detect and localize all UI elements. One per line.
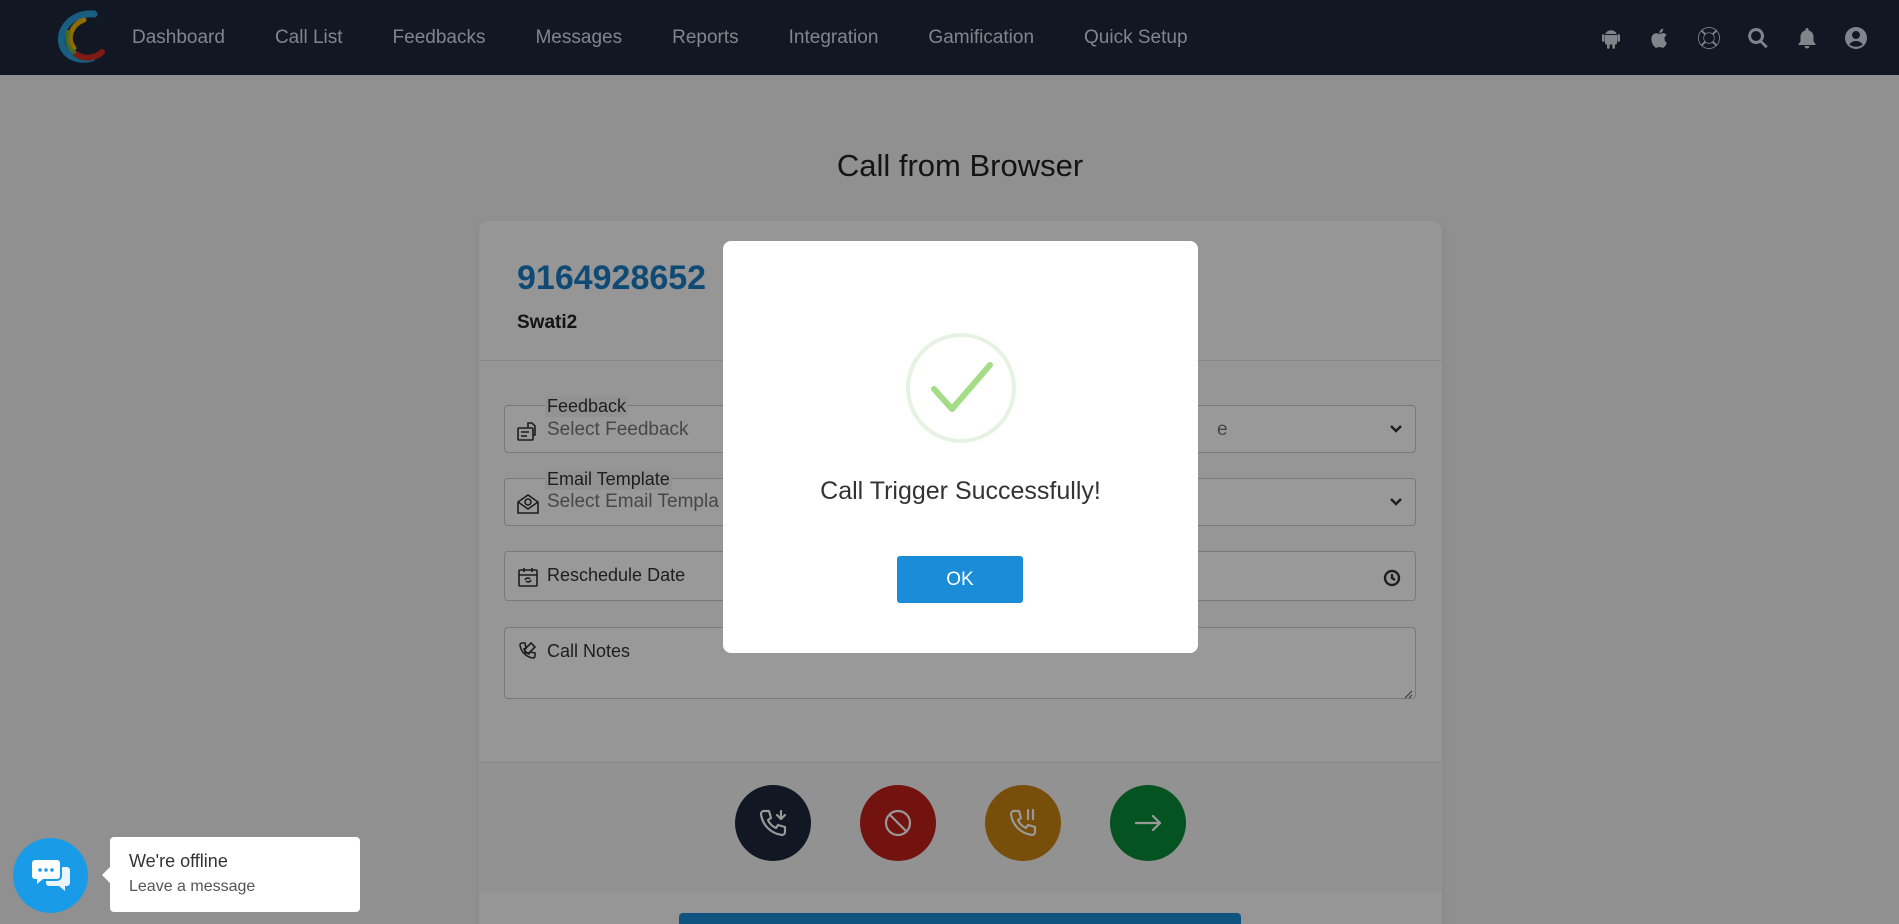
chat-launcher-button[interactable]: [13, 838, 88, 913]
dialog-message: Call Trigger Successfully!: [820, 477, 1101, 505]
chat-icon: [31, 859, 70, 891]
chat-status-title: We're offline: [129, 851, 228, 871]
success-dialog: Call Trigger Successfully! OK: [723, 241, 1198, 653]
chat-status-card[interactable]: We're offline Leave a message: [102, 837, 360, 912]
success-check-icon: [906, 333, 1016, 443]
chat-status-subtitle: Leave a message: [129, 878, 256, 895]
ok-button[interactable]: OK: [897, 556, 1023, 603]
